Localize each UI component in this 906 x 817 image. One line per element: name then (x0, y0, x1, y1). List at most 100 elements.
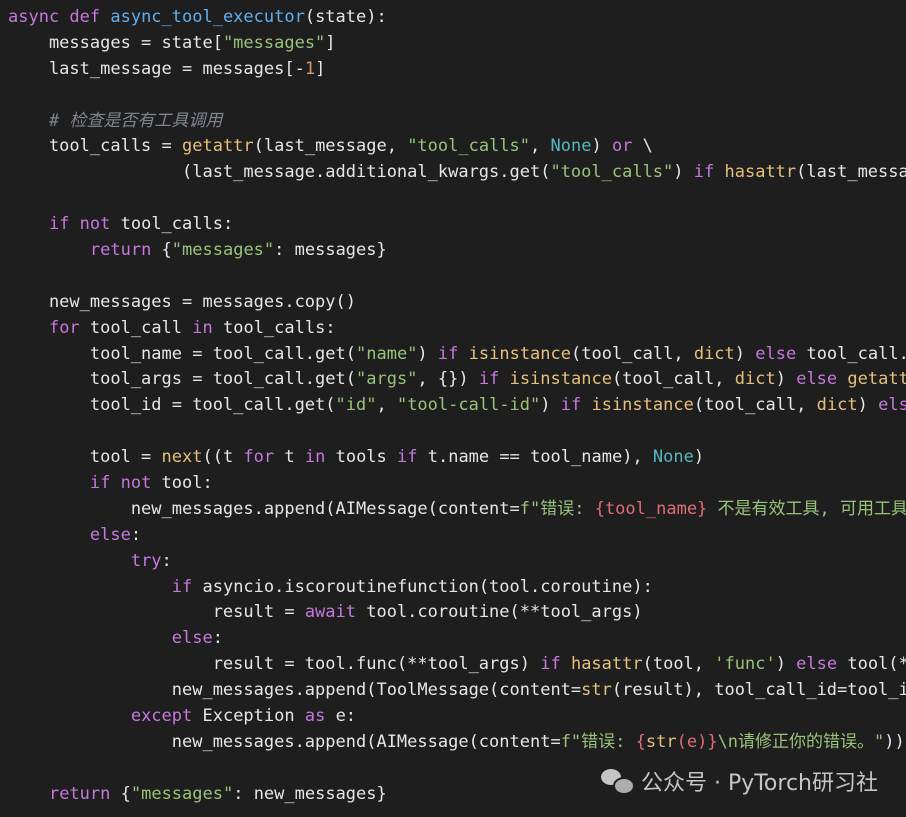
code-token: dict (816, 395, 858, 416)
code-token: messages = state[ (8, 32, 223, 53)
code-token: ((t (202, 447, 244, 468)
code-line: else: (8, 626, 906, 652)
code-token: str (581, 680, 612, 701)
code-token: ) (591, 136, 612, 157)
code-token: "messages" (171, 240, 275, 261)
code-token: if (171, 576, 193, 597)
code-token: f"错误: (560, 731, 636, 752)
code-token: new_messages = messages.copy() (8, 291, 356, 312)
code-token: , (530, 136, 551, 157)
code-token: "tool-call-id" (396, 395, 541, 416)
code-token: ) (540, 395, 561, 416)
code-line: tool = next((t for t in tools if t.name … (8, 445, 906, 471)
code-line: last_message = messages[-1] (8, 57, 906, 83)
code-token: (tool_call, (571, 343, 694, 364)
code-token: None (550, 136, 592, 157)
code-token: hasattr (570, 654, 643, 675)
code-token: else (89, 524, 131, 545)
code-token: hasattr (724, 162, 797, 183)
code-token: )) (884, 731, 905, 752)
code-token: \ (632, 136, 653, 157)
code-line: new_messages.append(AIMessage(content=f"… (8, 497, 906, 523)
code-token: getattr (182, 136, 254, 157)
code-line: new_messages.append(ToolMessage(content=… (8, 678, 906, 704)
code-token: tool_calls: (110, 214, 234, 235)
code-token: { (110, 783, 131, 804)
code-token: e: (325, 706, 357, 727)
code-token: async def (8, 7, 111, 27)
code-token: else (171, 628, 213, 649)
code-line: tool_calls = getattr(last_message, "tool… (8, 134, 906, 160)
code-token: in (192, 317, 213, 338)
code-token: 不是有效工具, 可用工具 (707, 498, 906, 519)
code-token: tool_id = tool_call.get( (8, 395, 336, 416)
code-token: "name" (356, 343, 418, 364)
code-token: ] (325, 32, 336, 53)
code-line: new_messages = messages.copy() (8, 290, 906, 316)
code-token: else (796, 654, 838, 675)
code-token: next (161, 447, 203, 468)
code-line: else: (8, 523, 906, 549)
code-token: "tool_calls" (407, 136, 531, 157)
code-token: async_tool_executor (110, 7, 305, 27)
code-token: (tool_call, (611, 369, 735, 390)
code-token: isinstance (468, 343, 571, 364)
code-token: (tool_call, (693, 395, 817, 416)
code-token: new_messages.append(ToolMessage(content= (8, 680, 582, 701)
code-token: (last_message, (253, 136, 408, 157)
code-token: if (693, 162, 715, 183)
code-token: (tool, (642, 654, 715, 675)
code-token: els (878, 395, 906, 416)
code-token: , {}) (417, 369, 479, 390)
code-token: else (755, 343, 797, 364)
code-token: ) (417, 343, 438, 364)
code-token: str (645, 731, 677, 752)
code-token: ) (857, 395, 879, 416)
code-token: : new_messages} (233, 783, 387, 804)
code-token: if (478, 369, 500, 390)
code-line: messages = state["messages"] (8, 31, 906, 57)
code-token: Exception (192, 706, 305, 727)
code-line: tool_name = tool_call.get("name") if isi… (8, 342, 906, 368)
code-token: last_message = messages[- (8, 58, 305, 79)
code-token: 'func' (714, 654, 776, 675)
code-token: (e)} (676, 731, 718, 752)
code-token: if not (48, 214, 111, 235)
code-token: tool_name = tool_call.get( (8, 343, 356, 364)
code-editor: async def async_tool_executor(state): me… (8, 5, 906, 817)
wechat-icon (600, 767, 635, 795)
code-token: { (151, 240, 172, 261)
code-token: as (304, 706, 326, 727)
code-token: : (161, 550, 172, 571)
code-token: f"错误: (519, 498, 595, 519)
code-token: "messages" (130, 783, 234, 804)
code-token: new_messages.append(AIMessage(content= (8, 498, 520, 519)
code-token: if (437, 343, 459, 364)
code-token: return (48, 783, 111, 804)
code-token: "tool_calls" (550, 162, 674, 183)
code-token: (last_message (796, 162, 906, 183)
code-token: tool_calls: (212, 317, 336, 338)
code-token: await (304, 602, 356, 623)
watermark: 公众号 · PyTorch研习社 (600, 765, 878, 797)
code-token: tool_calls = (8, 136, 182, 157)
code-token: for (48, 317, 80, 338)
code-token: try (130, 550, 162, 571)
code-token: if not (89, 473, 152, 494)
code-token: {tool_name} (594, 498, 708, 519)
code-token: tools (325, 447, 398, 468)
code-token: (last_message.additional_kwargs.get( (8, 162, 551, 183)
